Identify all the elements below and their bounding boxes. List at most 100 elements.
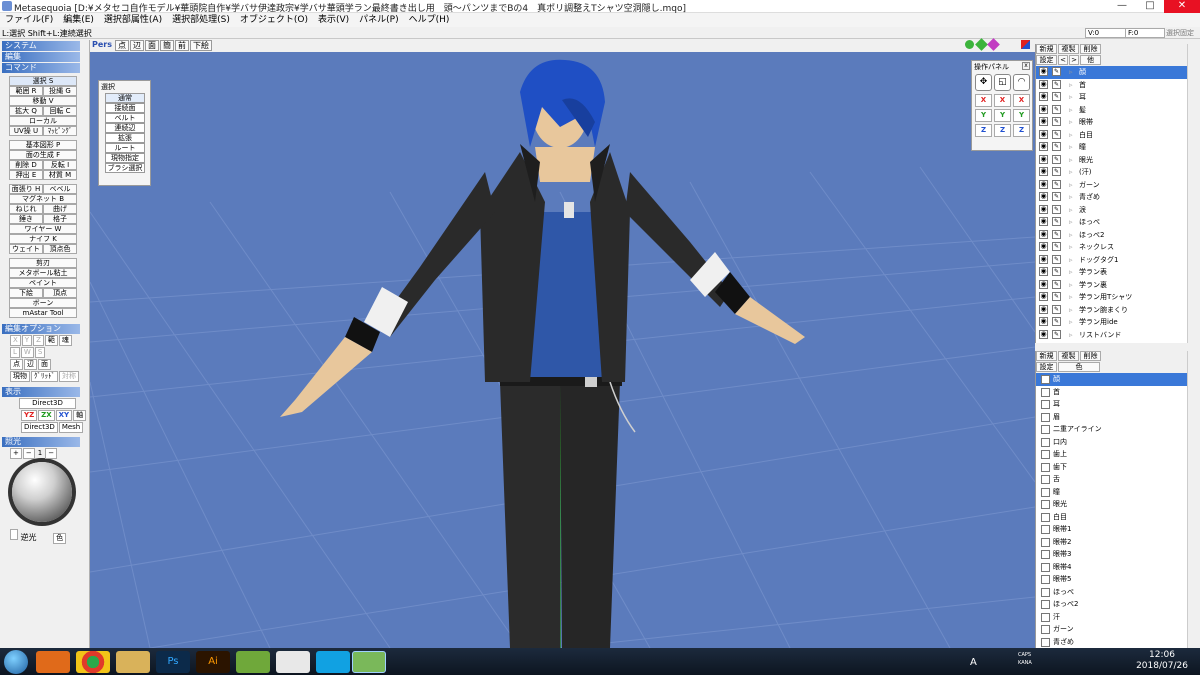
visibility-eye-icon[interactable]: ◉	[1039, 142, 1048, 151]
lock-selection-button[interactable]: 選択固定	[1166, 28, 1194, 38]
direct3d-toggle[interactable]: Direct3D	[19, 398, 76, 409]
cmd-uv[interactable]: UV操 U	[9, 126, 43, 136]
object-row[interactable]: ◉ ✎ ▹ 眼帯	[1036, 116, 1187, 129]
menu-view[interactable]: 表示(V)	[313, 13, 354, 27]
visibility-eye-icon[interactable]: ◉	[1039, 217, 1048, 226]
scale-z-button[interactable]: Z	[994, 124, 1011, 137]
cmd-mastar-tool[interactable]: mAstar Tool	[9, 308, 77, 318]
visibility-eye-icon[interactable]: ◉	[1039, 329, 1048, 339]
section-edit-option[interactable]: 編集オプション	[2, 324, 80, 334]
material-new-button[interactable]: 新規	[1036, 351, 1057, 361]
reverse-light-checkbox[interactable]	[10, 529, 18, 540]
material-row[interactable]: ガーン	[1036, 623, 1187, 636]
cmd-range[interactable]: 範囲 R	[9, 86, 43, 96]
object-row[interactable]: ◉ ✎ ▹ ネックレス	[1036, 241, 1187, 254]
lock-icon[interactable]: ✎	[1052, 167, 1061, 176]
visibility-eye-icon[interactable]: ◉	[1039, 154, 1048, 164]
lock-icon[interactable]: ✎	[1052, 117, 1061, 126]
select-edge-loop-button[interactable]: 連続辺	[105, 123, 145, 133]
metasequoia-taskbar-icon[interactable]	[352, 651, 386, 673]
lock-icon[interactable]: ✎	[1052, 67, 1061, 76]
material-checkbox[interactable]	[1041, 637, 1050, 647]
cmd-stretch[interactable]: 面張り H	[9, 184, 43, 194]
light-add-button[interactable]: +	[10, 448, 22, 459]
material-row[interactable]: 青ざめ	[1036, 636, 1187, 649]
cmd-local[interactable]: ローカル	[9, 116, 77, 126]
material-row[interactable]: 眼光	[1036, 498, 1187, 511]
object-row[interactable]: ◉ ✎ ▹ 眼光	[1036, 154, 1187, 167]
material-checkbox[interactable]	[1041, 562, 1050, 572]
pan-icon[interactable]	[975, 38, 988, 51]
material-duplicate-button[interactable]: 複製	[1058, 351, 1079, 361]
material-settings-button[interactable]: 設定	[1036, 362, 1057, 372]
visibility-eye-icon[interactable]: ◉	[1039, 204, 1048, 214]
material-row[interactable]: 眼帯3	[1036, 548, 1187, 561]
lock-icon[interactable]: ✎	[1052, 292, 1061, 301]
axis-x-toggle[interactable]: X	[10, 335, 21, 346]
ime-indicator[interactable]: A	[970, 657, 977, 668]
cmd-rotate[interactable]: 回転 C	[43, 106, 77, 116]
move-x-button[interactable]: X	[975, 94, 992, 107]
material-checkbox[interactable]	[1041, 400, 1050, 409]
explorer-icon[interactable]	[116, 651, 150, 673]
material-row[interactable]: 舌	[1036, 473, 1187, 486]
material-checkbox[interactable]	[1041, 550, 1050, 559]
select-expand-button[interactable]: 拡張	[105, 133, 145, 143]
light-remove-button[interactable]: −	[22, 448, 35, 459]
visibility-eye-icon[interactable]: ◉	[1039, 292, 1048, 301]
grid-toggle[interactable]: ｸﾞﾘｯﾄﾞ	[31, 371, 58, 382]
cmd-cut[interactable]: 剪刃	[9, 258, 77, 268]
cmd-scale[interactable]: 拡大 Q	[9, 106, 43, 116]
symmetry-toggle[interactable]: 対称	[59, 371, 79, 382]
cmd-paint[interactable]: ペイント	[9, 278, 77, 288]
view-face-button[interactable]: 面	[145, 40, 159, 51]
cmd-lasso[interactable]: 投縄 G	[43, 86, 77, 96]
material-checkbox[interactable]	[1041, 625, 1050, 634]
object-list-scrollbar[interactable]	[1187, 44, 1200, 343]
material-checkbox[interactable]	[1041, 450, 1050, 459]
lock-icon[interactable]: ✎	[1052, 229, 1061, 239]
visibility-eye-icon[interactable]: ◉	[1039, 242, 1048, 251]
rotate-z-button[interactable]: Z	[1013, 124, 1030, 137]
cmd-create-face[interactable]: 面の生成 F	[9, 150, 77, 160]
menu-selection-attr[interactable]: 選択部属性(A)	[99, 13, 167, 27]
current-object-toggle[interactable]: 現物	[10, 371, 30, 382]
material-checkbox[interactable]	[1041, 500, 1050, 509]
mesh-toggle[interactable]: Mesh	[58, 422, 84, 433]
view-front-button[interactable]: 前	[175, 40, 189, 51]
material-row[interactable]: 歯上	[1036, 448, 1187, 461]
object-row[interactable]: ◉ ✎ ▹ 涙	[1036, 204, 1187, 217]
material-delete-button[interactable]: 削除	[1080, 351, 1101, 361]
world-toggle[interactable]: W	[20, 347, 34, 358]
lock-icon[interactable]: ✎	[1052, 317, 1061, 326]
object-row[interactable]: ◉ ✎ ▹ ほっぺ	[1036, 216, 1187, 229]
material-checkbox[interactable]	[1041, 600, 1050, 609]
cmd-wire[interactable]: ワイヤー W	[9, 224, 77, 234]
select-current-object-button[interactable]: 現物指定	[105, 153, 145, 163]
skype-icon[interactable]	[316, 651, 350, 673]
lock-icon[interactable]: ✎	[1052, 217, 1061, 226]
lock-icon[interactable]: ✎	[1052, 204, 1061, 214]
object-new-button[interactable]: 新規	[1036, 44, 1057, 54]
3d-viewport[interactable]	[90, 52, 1035, 648]
visibility-eye-icon[interactable]: ◉	[1039, 279, 1048, 289]
scale-y-button[interactable]: Y	[994, 109, 1011, 122]
object-row[interactable]: ◉ ✎ ▹ 白目	[1036, 129, 1187, 142]
color-icon[interactable]	[1021, 40, 1030, 49]
material-row[interactable]: 眼帯1	[1036, 523, 1187, 536]
material-color-button[interactable]: 色	[1058, 362, 1100, 372]
material-checkbox[interactable]	[1041, 537, 1050, 547]
range-toggle[interactable]: 範	[44, 335, 58, 346]
select-belt-button[interactable]: ベルト	[105, 113, 145, 123]
minimize-button[interactable]: —	[1108, 0, 1136, 13]
cmd-knife[interactable]: ナイフ K	[9, 234, 77, 244]
scale-icon[interactable]: ◱	[994, 74, 1011, 91]
select-normal-button[interactable]: 通常	[105, 93, 145, 103]
illustrator-icon[interactable]: Ai	[196, 651, 230, 673]
object-row[interactable]: ◉ ✎ ▹ 学ラン用ide	[1036, 316, 1187, 329]
vertex-toggle[interactable]: 点	[10, 359, 23, 370]
material-list-scrollbar[interactable]	[1187, 351, 1200, 648]
material-checkbox[interactable]	[1041, 462, 1050, 472]
view-zx-button[interactable]: ZX	[38, 410, 55, 421]
material-checkbox[interactable]	[1041, 575, 1050, 584]
